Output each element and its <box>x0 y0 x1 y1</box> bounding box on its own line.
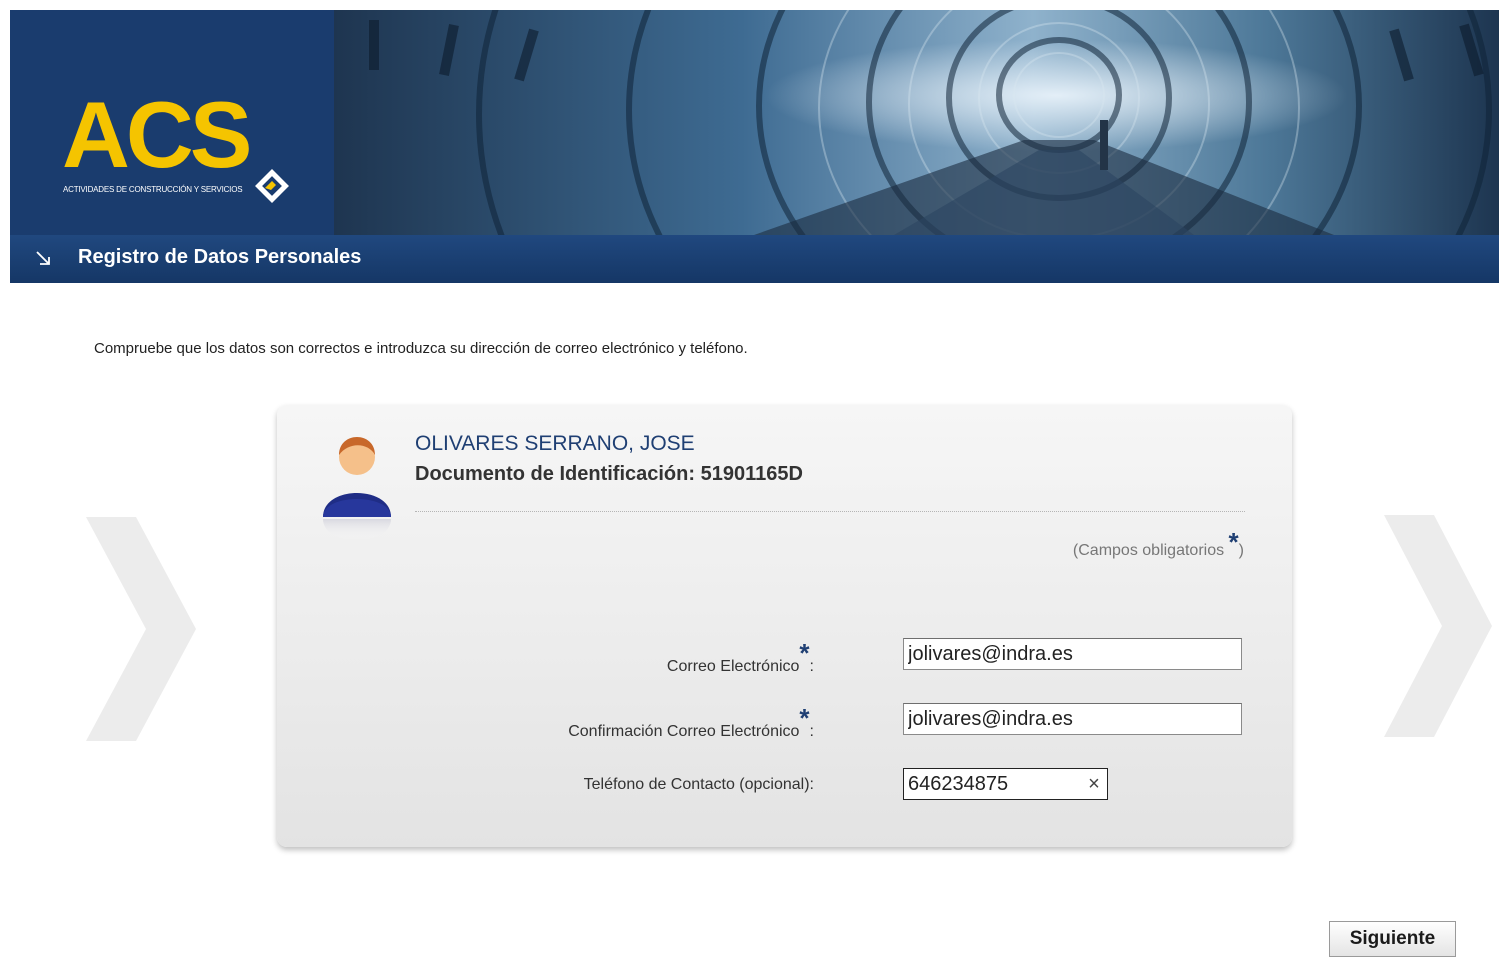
email-required-star: * <box>799 638 810 668</box>
tunnel-banner-image <box>334 10 1499 235</box>
phone-field[interactable] <box>903 768 1108 800</box>
logo-subtitle: ACTIVIDADES DE CONSTRUCCIÓN Y SERVICIOS <box>63 185 243 194</box>
email-confirm-label-text: Confirmación Correo Electrónico <box>568 723 800 740</box>
email-field[interactable] <box>903 638 1242 670</box>
phone-label: Teléfono de Contacto (opcional): <box>583 776 814 793</box>
arrow-down-right-icon <box>36 251 50 265</box>
chevron-right-icon[interactable] <box>86 517 196 741</box>
chevron-right-icon[interactable] <box>1384 515 1492 737</box>
email-label-colon: : <box>809 658 814 675</box>
page-title-bar: Registro de Datos Personales <box>10 235 1499 283</box>
required-fields-note: (Campos obligatorios *) <box>1072 527 1244 562</box>
logo-diamond-icon <box>255 169 289 203</box>
email-label: Correo Electrónico*: <box>666 638 814 678</box>
intro-text: Compruebe que los datos son correctos e … <box>94 340 748 357</box>
clear-input-icon[interactable]: × <box>1083 768 1105 800</box>
next-button[interactable]: Siguiente <box>1329 921 1456 957</box>
email-confirm-label: Confirmación Correo Electrónico*: <box>568 703 814 743</box>
logo-panel: ACS ACTIVIDADES DE CONSTRUCCIÓN Y SERVIC… <box>10 10 334 235</box>
user-name: OLIVARES SERRANO, JOSE <box>415 432 695 455</box>
page-title: Registro de Datos Personales <box>78 246 362 268</box>
user-avatar-icon <box>323 437 391 540</box>
email-confirm-label-colon: : <box>809 723 814 740</box>
acs-logo: ACS <box>62 82 252 187</box>
required-note-close: ) <box>1238 542 1244 559</box>
identification-document: Documento de Identificación: 51901165D <box>415 463 803 485</box>
divider <box>415 511 1245 512</box>
required-star: * <box>1228 527 1239 557</box>
required-note-text: (Campos obligatorios <box>1072 542 1229 559</box>
email-label-text: Correo Electrónico <box>666 658 800 675</box>
email-confirm-required-star: * <box>799 703 810 733</box>
personal-data-card: OLIVARES SERRANO, JOSE Documento de Iden… <box>277 405 1292 847</box>
email-confirm-field[interactable] <box>903 703 1242 735</box>
